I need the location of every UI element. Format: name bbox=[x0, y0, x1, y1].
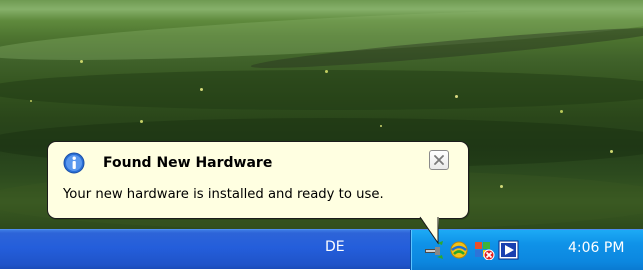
system-tray: 4:06 PM bbox=[410, 230, 643, 270]
info-icon bbox=[63, 152, 85, 174]
security-center-alert-icon[interactable] bbox=[473, 240, 495, 261]
balloon-message: Your new hardware is installed and ready… bbox=[63, 187, 384, 202]
network-connection-icon[interactable] bbox=[448, 240, 468, 260]
taskbar: DE 4:06 PM bbox=[0, 229, 643, 270]
clock[interactable]: 4:06 PM bbox=[568, 240, 624, 256]
language-indicator[interactable]: DE bbox=[325, 239, 345, 255]
notification-balloon: Found New Hardware Your new hardware is … bbox=[47, 141, 469, 219]
safely-remove-hardware-icon[interactable] bbox=[423, 240, 443, 260]
close-icon bbox=[434, 155, 444, 165]
media-player-icon[interactable] bbox=[498, 240, 519, 260]
close-button[interactable] bbox=[429, 150, 449, 170]
balloon-title: Found New Hardware bbox=[103, 155, 273, 171]
